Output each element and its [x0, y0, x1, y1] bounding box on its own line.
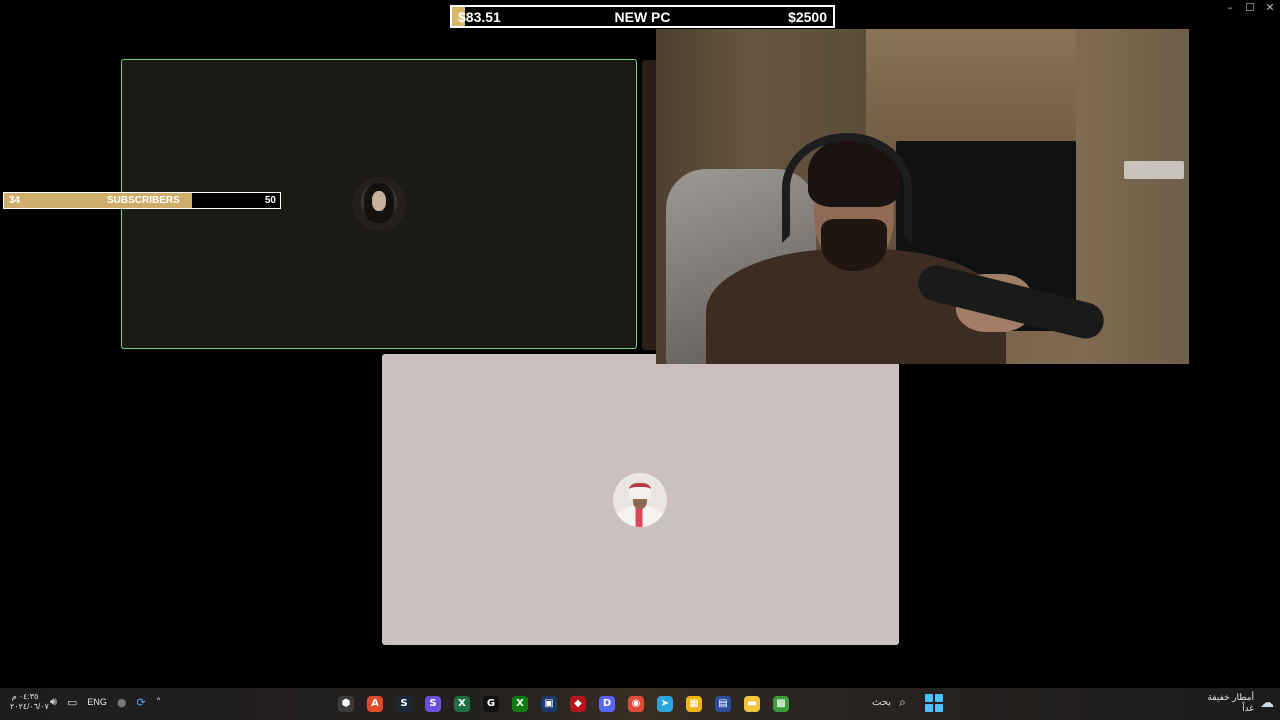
- app-red-shape-icon[interactable]: ◆: [566, 692, 590, 716]
- clock-time: ٠٤:٣٥ م: [11, 692, 39, 701]
- steam-icon[interactable]: S: [392, 692, 416, 716]
- screen: – ☐ ✕ $83.51 NEW PC $2500 34 SUBSCRIBERS: [0, 0, 1280, 720]
- search-label: بحث: [872, 697, 892, 708]
- chevron-up-icon[interactable]: ˄: [156, 696, 162, 709]
- window-controls: – ☐ ✕: [1220, 0, 1280, 16]
- sync-icon[interactable]: ⟳: [136, 696, 145, 709]
- participant-avatar-2[interactable]: [613, 473, 667, 527]
- volume-icon[interactable]: 🔊︎: [50, 695, 57, 709]
- app-purple-icon[interactable]: S: [421, 692, 445, 716]
- clock[interactable]: ٠٤:٣٥ م ٢٠٢٤/٠٦/٠٧: [10, 692, 49, 712]
- g-hub-icon[interactable]: G: [479, 692, 503, 716]
- app-doc-icon[interactable]: ▤: [711, 692, 735, 716]
- participant-avatar-1[interactable]: [352, 177, 406, 231]
- taskbar: ٠٤:٣٥ م ٢٠٢٤/٠٦/٠٧ 🔊︎ ▭ ENG ● ⟳ ˄ ⬢ A S S X G…: [0, 688, 1280, 720]
- minimize-icon[interactable]: –: [1220, 0, 1240, 16]
- donation-goal-target: $2500: [788, 9, 827, 25]
- start-button[interactable]: [925, 694, 943, 712]
- store-icon[interactable]: ▦: [682, 692, 706, 716]
- close-icon[interactable]: ✕: [1260, 0, 1280, 16]
- subscriber-goal-current: 34: [9, 195, 21, 206]
- app-green-icon[interactable]: ▩: [769, 692, 793, 716]
- file-explorer-icon[interactable]: ▬: [740, 692, 764, 716]
- weather-subtitle: غداً: [1242, 703, 1254, 713]
- subscriber-goal-title: SUBSCRIBERS: [107, 195, 180, 206]
- weather-widget[interactable]: أمطار خفيفة غداً ☁: [1207, 692, 1274, 714]
- clock-date: ٢٠٢٤/٠٦/٠٧: [10, 702, 49, 711]
- subscriber-goal-bar: 34 SUBSCRIBERS 50: [3, 192, 281, 209]
- app-blue-icon[interactable]: ▣: [537, 692, 561, 716]
- webcam-feed: [656, 29, 1189, 364]
- app-settings-icon[interactable]: ⬢: [334, 692, 358, 716]
- subscriber-goal-target: 50: [264, 195, 276, 206]
- display-icon[interactable]: ▭: [67, 696, 77, 709]
- taskbar-apps: ⬢ A S S X G X ▣ ◆ D ◉ ➤ ▦ ▤ ▬ ▩: [334, 692, 793, 716]
- excel-icon[interactable]: X: [450, 692, 474, 716]
- xbox-icon[interactable]: X: [508, 692, 532, 716]
- donation-goal-bar: $83.51 NEW PC $2500: [450, 5, 835, 28]
- taskbar-search[interactable]: بحث ⌕: [872, 695, 906, 710]
- app-red-icon[interactable]: A: [363, 692, 387, 716]
- mic-icon[interactable]: ●: [117, 696, 127, 709]
- search-icon: ⌕: [899, 695, 906, 709]
- system-tray: ٠٤:٣٥ م ٢٠٢٤/٠٦/٠٧ 🔊︎ ▭ ENG ● ⟳ ˄: [10, 692, 161, 712]
- donation-goal-title: NEW PC: [614, 9, 671, 25]
- rain-cloud-icon: ☁: [1260, 695, 1274, 711]
- telegram-icon[interactable]: ➤: [653, 692, 677, 716]
- chrome-icon[interactable]: ◉: [624, 692, 648, 716]
- discord-icon[interactable]: D: [595, 692, 619, 716]
- maximize-icon[interactable]: ☐: [1240, 0, 1260, 16]
- weather-title: أمطار خفيفة: [1207, 692, 1254, 702]
- language-indicator[interactable]: ENG: [87, 697, 107, 707]
